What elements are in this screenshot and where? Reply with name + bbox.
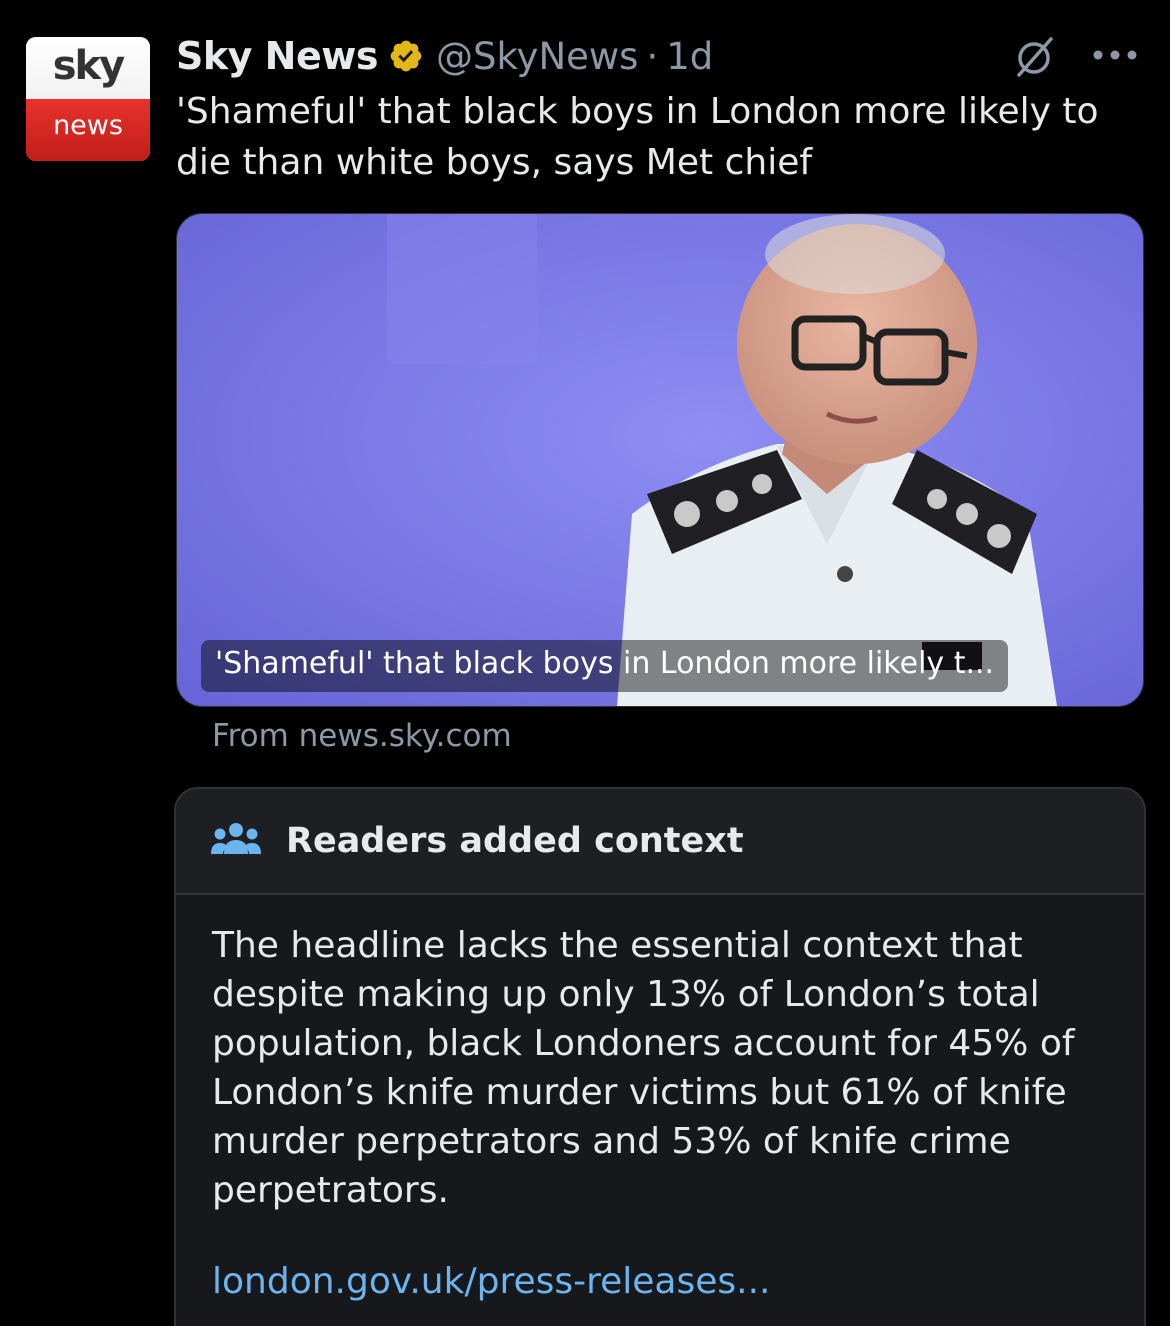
community-note-body: The headline lacks the essential context… xyxy=(212,925,1075,1211)
tweet-text: 'Shameful' that black boys in London mor… xyxy=(176,91,1099,183)
officer-photo xyxy=(177,214,1143,706)
community-note-link[interactable]: london.gov.uk/press-releases... xyxy=(212,1257,770,1307)
tweet-header: Sky News @SkyNews · 1d xyxy=(176,28,713,84)
community-note-header: Readers added context xyxy=(176,789,1144,895)
avatar-news-wordmark: news xyxy=(26,99,150,161)
timestamp[interactable]: 1d xyxy=(666,35,713,78)
more-icon[interactable] xyxy=(1090,45,1140,65)
card-source-link[interactable]: From news.sky.com xyxy=(212,718,512,754)
separator-dot: · xyxy=(646,34,659,78)
display-name[interactable]: Sky News xyxy=(176,34,378,78)
avatar-sky-wordmark: sky xyxy=(26,37,150,99)
card-caption: 'Shameful' that black boys in London mor… xyxy=(201,640,1009,692)
community-note[interactable]: Readers added context The headline lacks… xyxy=(174,787,1146,1326)
people-icon xyxy=(211,823,261,854)
tweet[interactable]: sky news Sky News @SkyNews · 1d 'Shamefu… xyxy=(0,0,1170,1326)
avatar[interactable]: sky news xyxy=(26,37,150,161)
community-note-title: Readers added context xyxy=(286,821,744,861)
handle[interactable]: @SkyNews xyxy=(436,35,638,78)
verified-badge-icon[interactable] xyxy=(388,38,424,74)
grok-icon[interactable] xyxy=(1012,34,1058,80)
link-card-image[interactable]: 'Shameful' that black boys in London mor… xyxy=(176,213,1144,707)
